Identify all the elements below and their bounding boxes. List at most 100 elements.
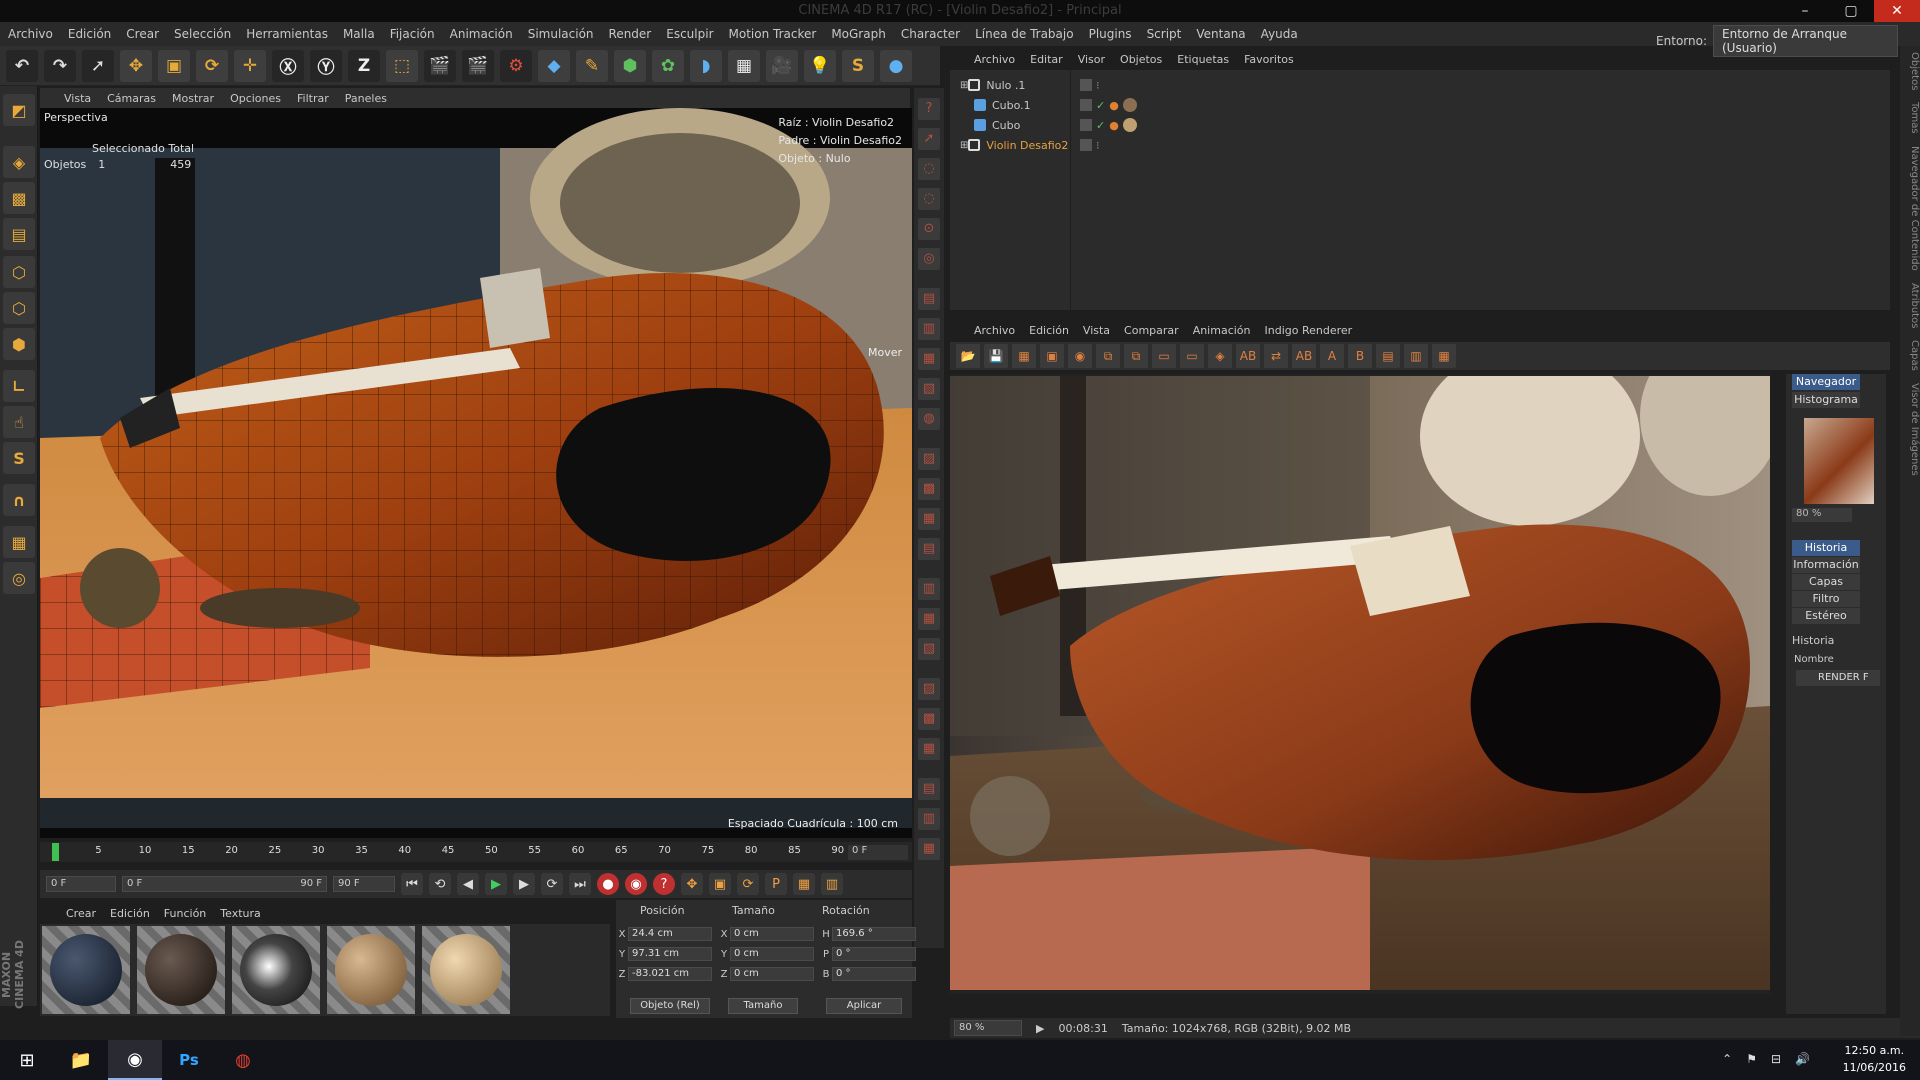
save-icon[interactable]: 💾 [984, 344, 1008, 368]
paste-icon[interactable]: ⧉ [1124, 344, 1148, 368]
viewport-menu-item-2[interactable]: Mostrar [172, 92, 214, 105]
record-icon[interactable]: ● [597, 873, 619, 895]
range-slider[interactable]: 0 F 90 F [122, 876, 327, 892]
side-tab-1[interactable]: Tomas [1909, 102, 1920, 134]
menu-item-5[interactable]: Malla [343, 27, 375, 41]
menu-item-13[interactable]: Character [901, 27, 960, 41]
tool-icon[interactable]: ▩ [918, 708, 940, 730]
layout2-icon[interactable]: ▥ [1404, 344, 1428, 368]
tab-stereo[interactable]: Estéreo [1792, 608, 1860, 624]
cinema4d-icon[interactable]: ◉ [108, 1040, 162, 1080]
visibility-icon[interactable] [1080, 119, 1092, 131]
redo-icon[interactable]: ↷ [44, 49, 76, 82]
render-picture-viewer-icon[interactable]: 🎬 [462, 49, 494, 82]
current-frame-field[interactable]: 0 F [848, 845, 908, 860]
object-menu-item-1[interactable]: Editar [1030, 53, 1063, 66]
object-row[interactable]: Cubo ✓ ● [960, 116, 1840, 134]
tool-icon[interactable]: ◍ [918, 408, 940, 430]
magnet-icon[interactable]: ∩ [3, 484, 35, 516]
tool-icon[interactable]: ▦ [918, 348, 940, 370]
subdivision-icon[interactable]: ⬢ [614, 49, 646, 82]
tool-icon[interactable]: ▤ [918, 778, 940, 800]
tool-icon[interactable]: ⊙ [918, 218, 940, 240]
volume-icon[interactable]: 🔊 [1795, 1052, 1810, 1066]
move-icon[interactable]: ✥ [120, 49, 152, 82]
auto-key-icon[interactable]: ◉ [625, 873, 647, 895]
menu-item-17[interactable]: Ventana [1196, 27, 1245, 41]
picture-menu-item-1[interactable]: Edición [1029, 324, 1069, 337]
object-row[interactable]: ⊞ Nulo .1 ⁝ [960, 76, 1840, 94]
undo-icon[interactable]: ↶ [6, 49, 38, 82]
cube-icon[interactable]: ◆ [538, 49, 570, 82]
key-pla-icon[interactable]: ▦ [793, 873, 815, 895]
position-x-field[interactable]: 24.4 cm [628, 927, 712, 941]
side-tab-5[interactable]: Visor de Imágenes [1909, 383, 1920, 476]
rendered-image[interactable] [950, 376, 1770, 990]
render-settings-icon[interactable]: ⚙ [500, 49, 532, 82]
tab-histogram[interactable]: Histograma [1792, 392, 1860, 408]
dots-icon[interactable]: ⁝ [1096, 139, 1100, 152]
key-parameter-icon[interactable]: P [765, 873, 787, 895]
side-tab-3[interactable]: Atributos [1909, 283, 1920, 328]
timeline-playhead[interactable] [52, 843, 59, 861]
network-icon[interactable]: ⊟ [1771, 1052, 1781, 1066]
coordinate-system-icon[interactable]: ⬚ [386, 49, 418, 82]
tool-icon[interactable]: ▤ [918, 288, 940, 310]
tool-icon[interactable]: ▦ [918, 508, 940, 530]
texture-tag-icon[interactable]: ● [1109, 99, 1119, 112]
size-x-field[interactable]: 0 cm [730, 927, 814, 941]
visibility-icon[interactable] [1080, 99, 1092, 111]
side-tab-0[interactable]: Objetos [1909, 52, 1920, 90]
side-tab-2[interactable]: Navegador de Contenido [1909, 146, 1920, 271]
tab-layers[interactable]: Capas [1792, 574, 1860, 590]
size-mode-dropdown[interactable]: Tamaño [728, 998, 798, 1014]
material-tag-icon[interactable] [1122, 98, 1137, 112]
copy-icon[interactable]: ⧉ [1096, 344, 1120, 368]
material-menu-item-2[interactable]: Función [164, 907, 206, 920]
camera-icon[interactable]: 🎥 [766, 49, 798, 82]
tool-icon[interactable]: ▩ [918, 478, 940, 500]
tool-icon[interactable]: ▥ [918, 578, 940, 600]
menu-item-15[interactable]: Plugins [1089, 27, 1132, 41]
photoshop-icon[interactable]: Ps [162, 1040, 216, 1080]
tool-icon[interactable]: ▥ [918, 318, 940, 340]
light-icon[interactable]: 💡 [804, 49, 836, 82]
viewport-menu-item-1[interactable]: Cámaras [107, 92, 156, 105]
axis-mode-icon[interactable]: ∟ [3, 370, 35, 402]
object-menu-item-5[interactable]: Favoritos [1244, 53, 1294, 66]
transform-icon[interactable]: ✛ [234, 49, 266, 82]
snap-icon[interactable]: S [3, 442, 35, 474]
start-frame-field[interactable]: 0 F [46, 876, 116, 892]
tool-icon[interactable]: ? [918, 98, 940, 120]
material-menu-item-1[interactable]: Edición [110, 907, 150, 920]
menu-item-1[interactable]: Edición [68, 27, 111, 41]
coordinate-mode-dropdown[interactable]: Objeto (Rel) [630, 998, 710, 1014]
object-menu-item-2[interactable]: Visor [1078, 53, 1105, 66]
chevron-up-icon[interactable]: ⌃ [1722, 1052, 1732, 1066]
grid-icon[interactable]: ▦ [1012, 344, 1036, 368]
maximize-button[interactable]: ▢ [1828, 0, 1874, 22]
go-to-start-icon[interactable]: ⏮ [401, 873, 423, 895]
dots-icon[interactable]: ⁝ [1096, 79, 1100, 92]
points-mode-icon[interactable]: ⬡ [3, 256, 35, 288]
floor-icon[interactable]: ▦ [728, 49, 760, 82]
menu-item-9[interactable]: Render [609, 27, 652, 41]
taskbar-clock[interactable]: 12:50 a.m. 11/06/2016 [1843, 1042, 1906, 1076]
object-row[interactable]: Cubo.1 ✓ ● [960, 96, 1840, 114]
material-menu-item-3[interactable]: Textura [220, 907, 260, 920]
menu-item-6[interactable]: Fijación [390, 27, 435, 41]
tool-icon[interactable]: ▨ [918, 678, 940, 700]
render-icon[interactable]: ◉ [1068, 344, 1092, 368]
compare-b-icon[interactable]: ▭ [1180, 344, 1204, 368]
tool-icon[interactable]: ▤ [918, 538, 940, 560]
select-icon[interactable]: ➚ [82, 49, 114, 82]
set-b-icon[interactable]: B [1348, 344, 1372, 368]
expand-icon[interactable]: ⊞ [960, 140, 968, 151]
material-slot[interactable] [232, 926, 320, 1014]
viewport-menu-item-5[interactable]: Paneles [345, 92, 387, 105]
menu-item-16[interactable]: Script [1147, 27, 1182, 41]
next-frame-icon[interactable]: ▶ [513, 873, 535, 895]
previous-frame-icon[interactable]: ◀ [457, 873, 479, 895]
texture-tag-icon[interactable]: ● [1109, 119, 1119, 132]
render-view-icon[interactable]: 🎬 [424, 49, 456, 82]
